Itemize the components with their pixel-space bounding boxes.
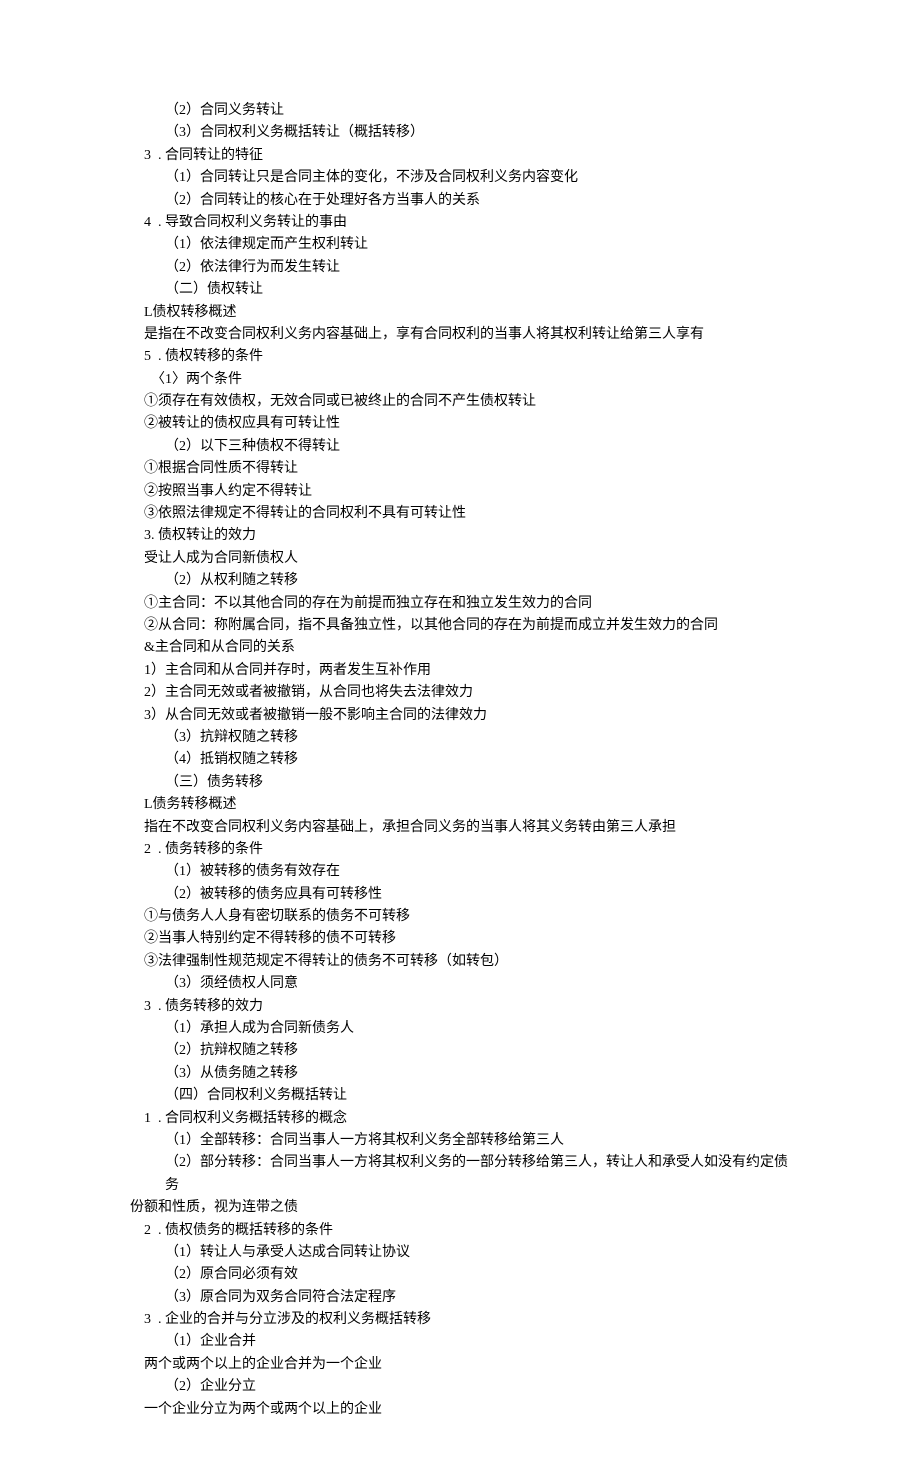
text-line: ①主合同：不以其他合同的存在为前提而独立存在和独立发生效力的合同 — [130, 593, 790, 615]
text-line: （2）合同义务转让 — [130, 100, 790, 122]
text-line: ①与债务人人身有密切联系的债务不可转移 — [130, 906, 790, 928]
text-line: （1）全部转移：合同当事人一方将其权利义务全部转移给第三人 — [130, 1130, 790, 1152]
text-line: ①根据合同性质不得转让 — [130, 458, 790, 480]
text-line: 受让人成为合同新债权人 — [130, 548, 790, 570]
text-line: （四）合同权利义务概括转让 — [130, 1085, 790, 1107]
text-line: （2）合同转让的核心在于处理好各方当事人的关系 — [130, 190, 790, 212]
text-line: &主合同和从合同的关系 — [130, 637, 790, 659]
text-line: （4）抵销权随之转移 — [130, 749, 790, 771]
document-body: （2）合同义务转让（3）合同权利义务概括转让（概括转移）3 . 合同转让的特征（… — [130, 100, 790, 1421]
text-line: （1）依法律规定而产生权利转让 — [130, 234, 790, 256]
text-line: ②按照当事人约定不得转让 — [130, 481, 790, 503]
text-line: （2）以下三种债权不得转让 — [130, 436, 790, 458]
text-line: ②从合同：称附属合同，指不具备独立性，以其他合同的存在为前提而成立并发生效力的合… — [130, 615, 790, 637]
text-line: 2 . 债务转移的条件 — [130, 839, 790, 861]
text-line: ③依照法律规定不得转让的合同权利不具有可转让性 — [130, 503, 790, 525]
text-line: L债权转移概述 — [130, 302, 790, 324]
text-line: ③法律强制性规范规定不得转让的债务不可转移（如转包） — [130, 951, 790, 973]
text-line: 2）主合同无效或者被撤销，从合同也将失去法律效力 — [130, 682, 790, 704]
text-line: （2）原合同必须有效 — [130, 1264, 790, 1286]
text-line: ②当事人特别约定不得转移的债不可转移 — [130, 928, 790, 950]
text-line: 3. 债权转让的效力 — [130, 525, 790, 547]
text-line: 是指在不改变合同权利义务内容基础上，享有合同权利的当事人将其权利转让给第三人享有 — [130, 324, 790, 346]
text-line: （2）企业分立 — [130, 1376, 790, 1398]
text-line: （1）被转移的债务有效存在 — [130, 861, 790, 883]
text-line: （2）从权利随之转移 — [130, 570, 790, 592]
text-line: （三）债务转移 — [130, 772, 790, 794]
text-line: 3）从合同无效或者被撤销一般不影响主合同的法律效力 — [130, 705, 790, 727]
text-line: 2 . 债权债务的概括转移的条件 — [130, 1220, 790, 1242]
text-line: 3 . 债务转移的效力 — [130, 996, 790, 1018]
text-line: 〈1〉两个条件 — [130, 369, 790, 391]
text-line: 1 . 合同权利义务概括转移的概念 — [130, 1108, 790, 1130]
text-line: 3 . 企业的合并与分立涉及的权利义务概括转移 — [130, 1309, 790, 1331]
text-line: （1）合同转让只是合同主体的变化，不涉及合同权利义务内容变化 — [130, 167, 790, 189]
text-line: （3）须经债权人同意 — [130, 973, 790, 995]
text-line: （二）债权转让 — [130, 279, 790, 301]
text-line: （3）原合同为双务合同符合法定程序 — [130, 1287, 790, 1309]
text-line: （3）从债务随之转移 — [130, 1063, 790, 1085]
text-line: L债务转移概述 — [130, 794, 790, 816]
text-line: 5 . 债权转移的条件 — [130, 346, 790, 368]
text-line: （1）转让人与承受人达成合同转让协议 — [130, 1242, 790, 1264]
text-line: 份额和性质，视为连带之债 — [130, 1197, 790, 1219]
text-line: 两个或两个以上的企业合并为一个企业 — [130, 1354, 790, 1376]
text-line: （2）依法律行为而发生转让 — [130, 257, 790, 279]
text-line: （2）部分转移：合同当事人一方将其权利义务的一部分转移给第三人，转让人和承受人如… — [130, 1152, 790, 1197]
text-line: （3）抗辩权随之转移 — [130, 727, 790, 749]
text-line: （3）合同权利义务概括转让（概括转移） — [130, 122, 790, 144]
text-line: 指在不改变合同权利义务内容基础上，承担合同义务的当事人将其义务转由第三人承担 — [130, 817, 790, 839]
text-line: （2）抗辩权随之转移 — [130, 1040, 790, 1062]
text-line: 4 . 导致合同权利义务转让的事由 — [130, 212, 790, 234]
text-line: （1）承担人成为合同新债务人 — [130, 1018, 790, 1040]
text-line: ②被转让的债权应具有可转让性 — [130, 413, 790, 435]
text-line: 3 . 合同转让的特征 — [130, 145, 790, 167]
text-line: 一个企业分立为两个或两个以上的企业 — [130, 1399, 790, 1421]
text-line: （2）被转移的债务应具有可转移性 — [130, 884, 790, 906]
text-line: 1）主合同和从合同并存时，两者发生互补作用 — [130, 660, 790, 682]
text-line: ①须存在有效债权，无效合同或已被终止的合同不产生债权转让 — [130, 391, 790, 413]
text-line: （1）企业合并 — [130, 1331, 790, 1353]
